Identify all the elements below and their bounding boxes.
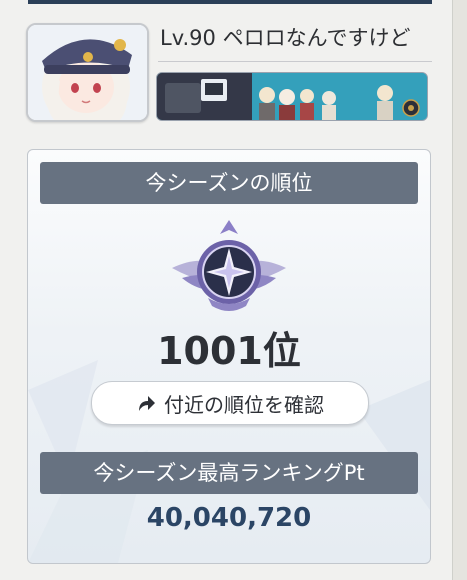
rank-value: 1001位 [157, 329, 301, 373]
right-frame [452, 0, 467, 580]
character-avatar-image [28, 25, 147, 120]
rank-emblem-icon [172, 220, 286, 311]
name-divider [158, 61, 432, 62]
forward-arrow-icon [139, 396, 155, 411]
view-nearby-rank-label: 付近の順位を確認 [164, 392, 324, 417]
season-rank-header: 今シーズンの順位 [40, 162, 418, 204]
avatar[interactable] [26, 23, 149, 122]
ranking-card: 今シーズンの順位 1001位 付近の順位を確認 今シーズン最高ランキングPt 4… [27, 149, 431, 564]
season-best-points-value: 40,040,720 [146, 503, 312, 533]
character-banner[interactable] [156, 72, 428, 121]
season-best-points-header: 今シーズン最高ランキングPt [40, 452, 418, 494]
player-name: Lv.90 ペロロなんですけど [160, 26, 411, 50]
banner-image [157, 73, 427, 120]
top-divider [28, 0, 432, 4]
view-nearby-rank-button[interactable]: 付近の順位を確認 [91, 381, 369, 425]
